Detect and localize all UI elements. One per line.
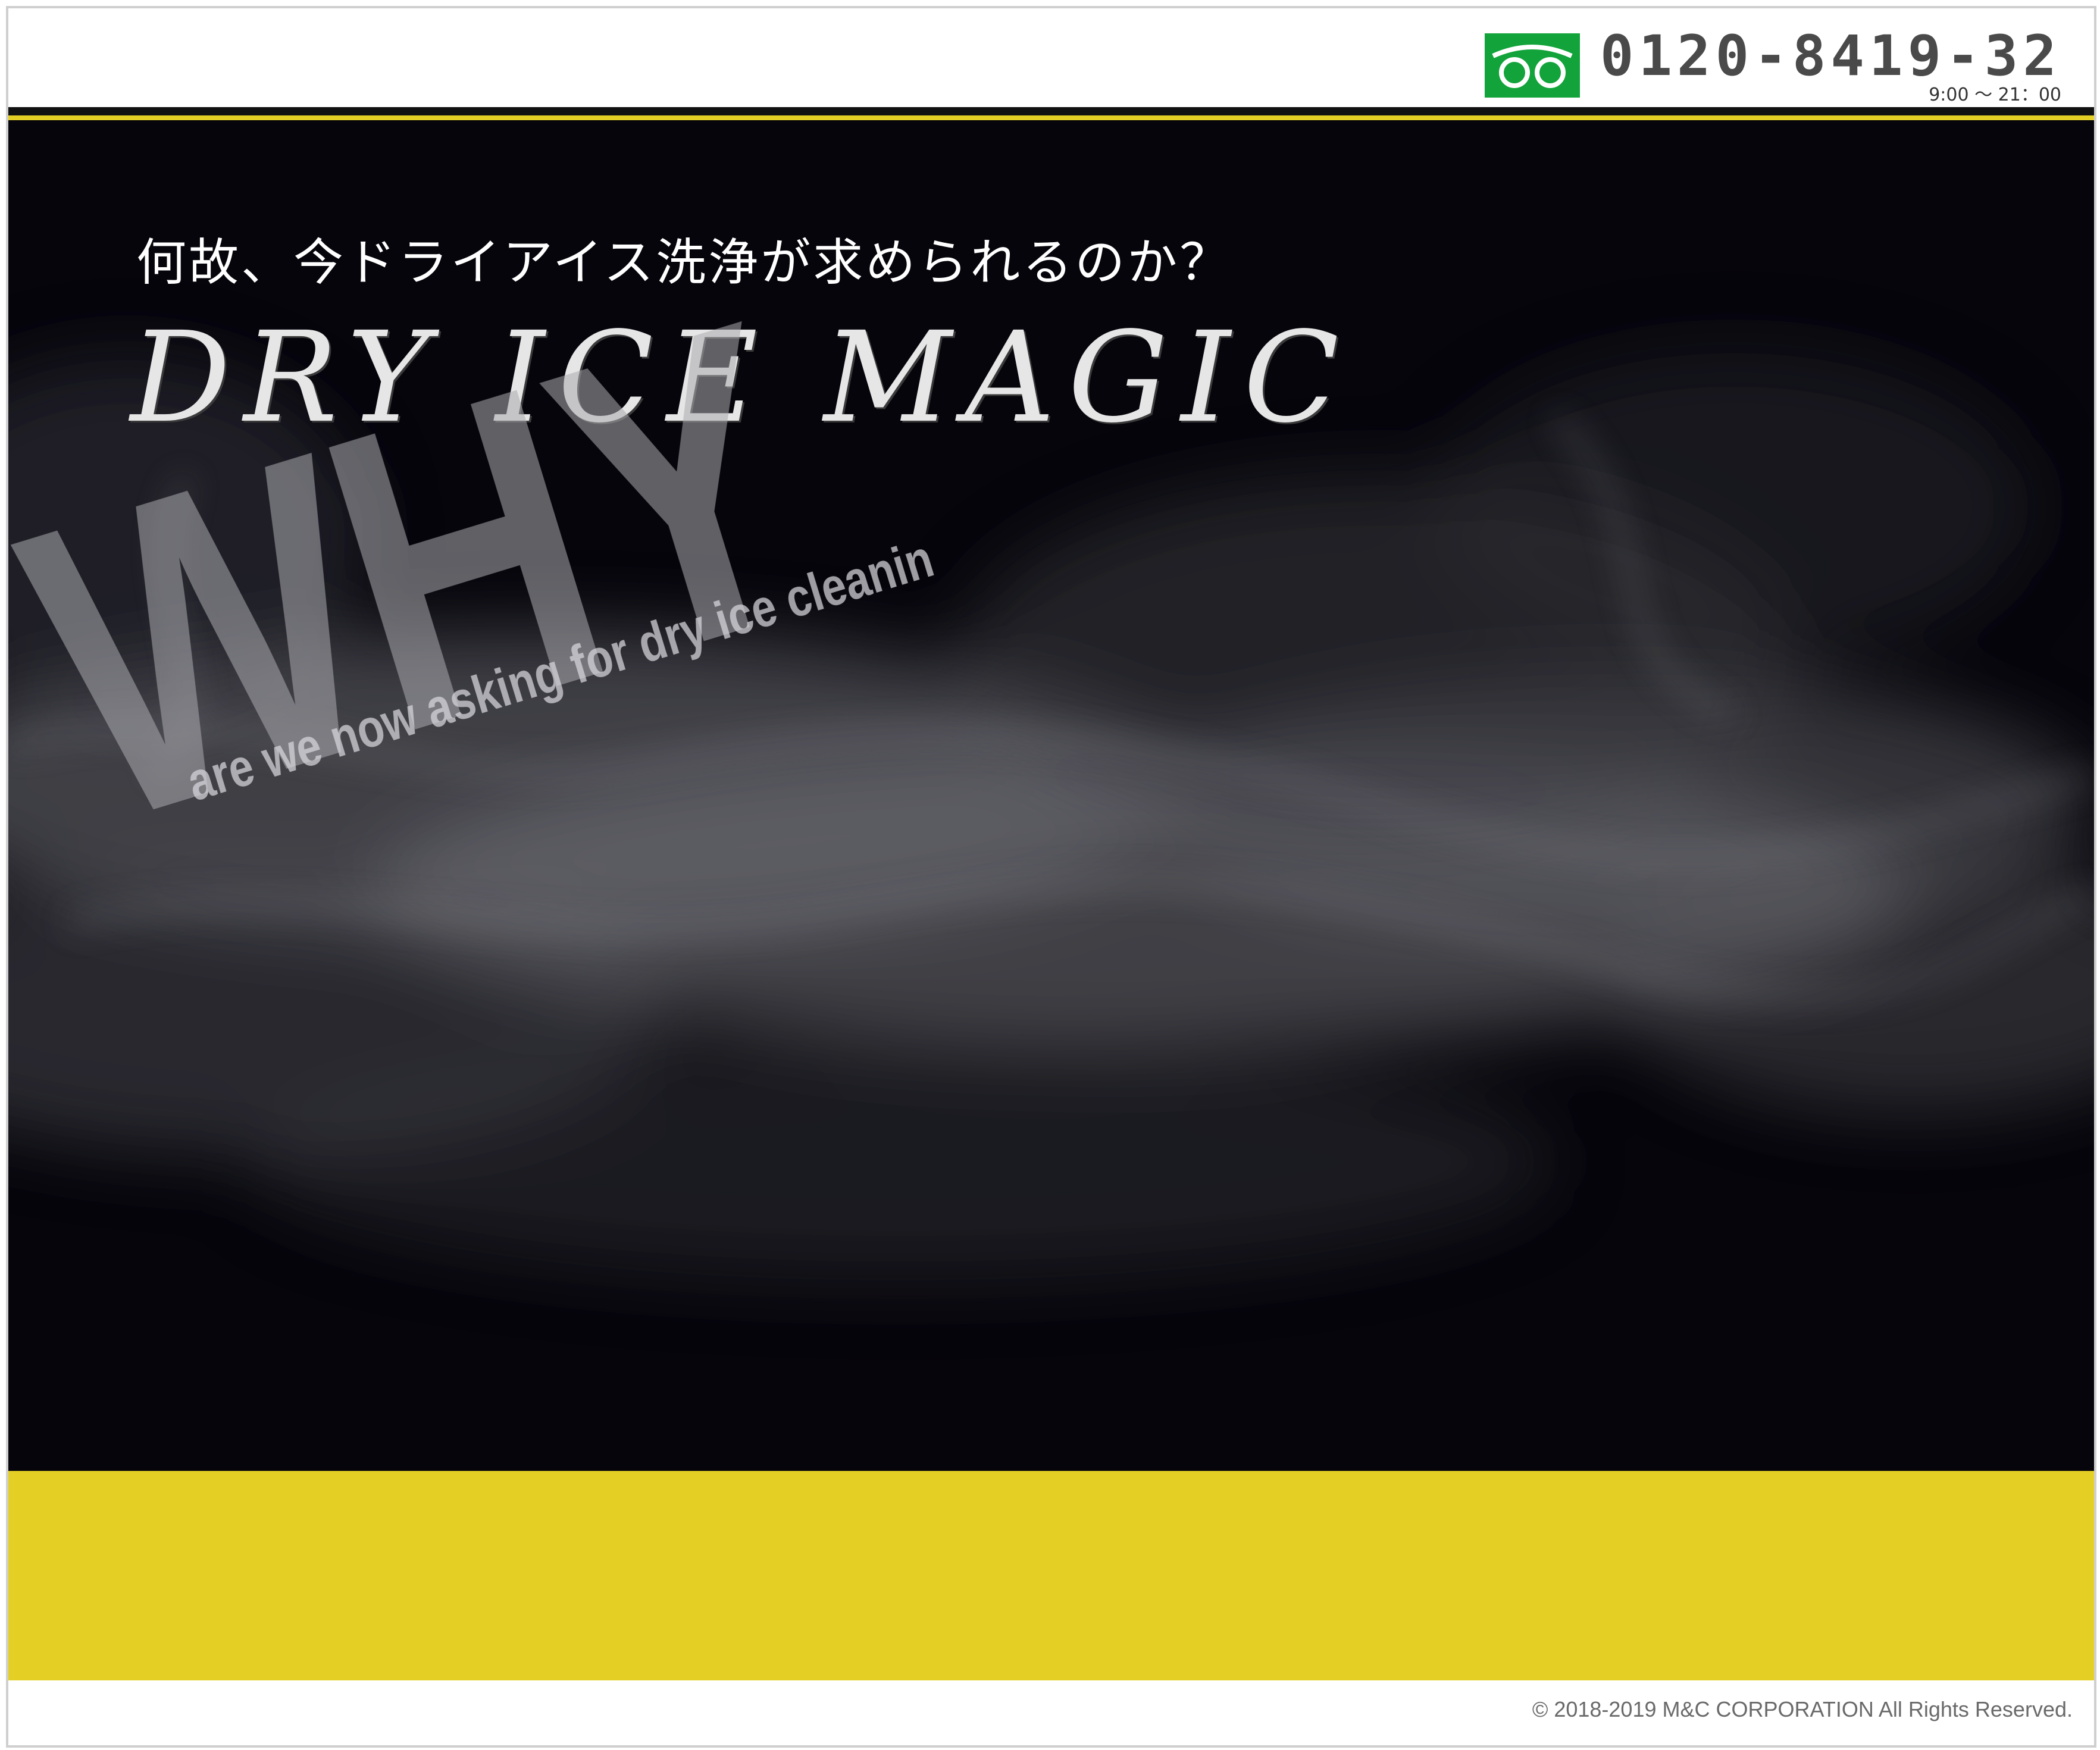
freedial-icon — [1484, 33, 1580, 98]
yellow-band — [8, 1471, 2094, 1680]
header-divider-yellow — [8, 115, 2094, 120]
phone-contact[interactable]: 0120-8419-32 9:00 ～ 21：00 — [1484, 29, 2061, 105]
site-header: 0120-8419-32 9:00 ～ 21：00 — [8, 8, 2094, 105]
page-frame: 0120-8419-32 9:00 ～ 21：00 何故、今ドライアイス洗浄が求… — [6, 6, 2096, 1748]
copyright-text: © 2018-2019 M&C CORPORATION All Rights R… — [1532, 1697, 2073, 1721]
phone-text: 0120-8419-32 9:00 ～ 21：00 — [1600, 29, 2061, 105]
phone-number[interactable]: 0120-8419-32 — [1600, 29, 2061, 84]
hero-banner: 何故、今ドライアイス洗浄が求められるのか？ DRY ICE MAGIC WHY … — [8, 120, 2094, 1471]
site-footer: © 2018-2019 M&C CORPORATION All Rights R… — [8, 1680, 2094, 1745]
header-divider-black — [8, 107, 2094, 115]
business-hours: 9:00 ～ 21：00 — [1929, 84, 2061, 105]
